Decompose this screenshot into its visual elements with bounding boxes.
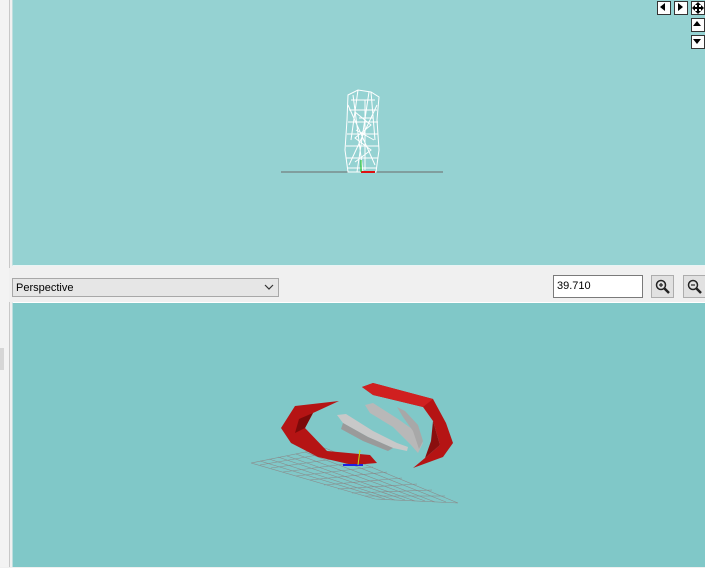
perspective-viewport[interactable] — [12, 302, 705, 567]
triangle-up-icon — [693, 21, 701, 26]
nav-down-button[interactable] — [691, 35, 705, 49]
view-mode-value: Perspective — [16, 281, 74, 294]
zoom-out-button[interactable] — [683, 275, 705, 298]
zoom-field[interactable]: 39.710 — [553, 275, 643, 298]
triangle-left-icon — [660, 3, 665, 11]
splitter-grip[interactable] — [0, 348, 4, 370]
perspective-viewport-scene — [250, 383, 459, 504]
triangle-right-icon — [678, 3, 683, 11]
nav-right-button[interactable] — [674, 1, 688, 15]
nav-up-button[interactable] — [691, 18, 705, 32]
nav-left-button[interactable] — [657, 1, 671, 15]
wireframe-model — [344, 89, 380, 173]
chevron-down-icon — [264, 284, 274, 290]
top-viewport[interactable] — [12, 0, 705, 266]
nav-pan-button[interactable] — [691, 1, 705, 15]
view-mode-select[interactable]: Perspective — [12, 278, 279, 297]
triangle-down-icon — [693, 39, 701, 44]
grey-model — [337, 403, 423, 453]
four-arrows-icon — [692, 2, 704, 14]
red-model — [281, 383, 453, 468]
magnifier-minus-icon — [687, 279, 702, 294]
magnifier-plus-icon — [655, 279, 670, 294]
zoom-in-button[interactable] — [651, 275, 674, 298]
viewport-toolbar: Perspective 39.710 — [9, 268, 705, 302]
top-viewport-scene — [281, 89, 443, 173]
